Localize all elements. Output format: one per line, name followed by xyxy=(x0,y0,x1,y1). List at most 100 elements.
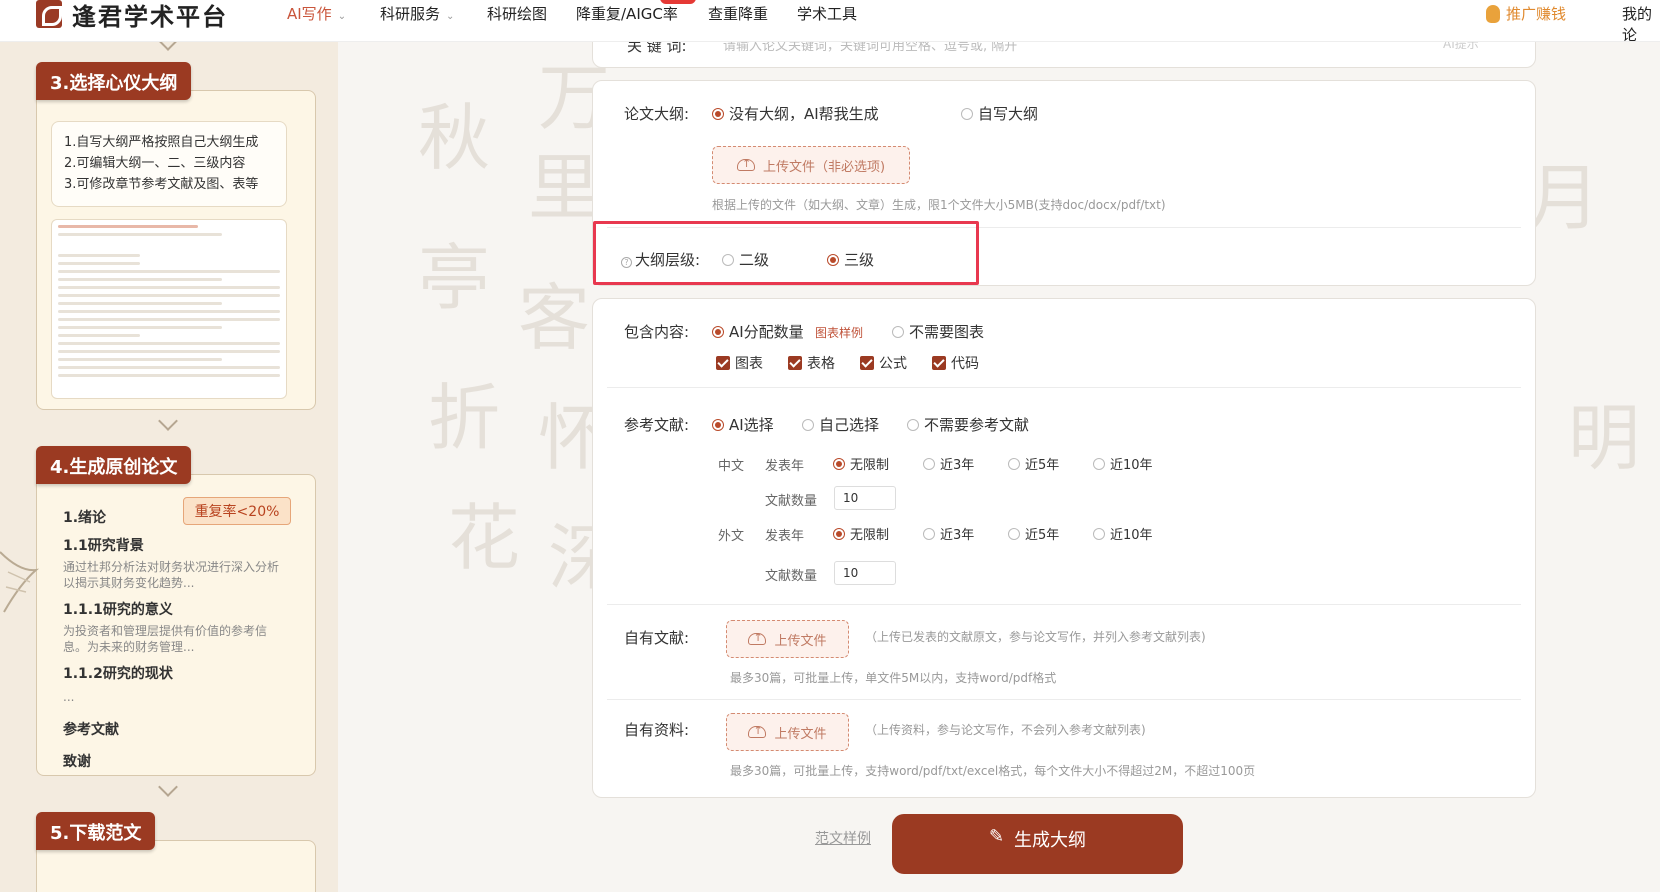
outline-heading: 1.1.1研究的意义 xyxy=(63,602,173,618)
content-no-charts-radio[interactable]: 不需要图表 xyxy=(892,321,984,342)
chart-sample-link[interactable]: 图表样例 xyxy=(815,324,863,341)
check-formula[interactable]: 公式 xyxy=(860,353,907,373)
own-refs-hint: 最多30篇，可批量上传，单文件5M以内，支持word/pdf格式 xyxy=(730,671,1057,685)
generate-outline-button[interactable]: ✎ 生成大纲 xyxy=(892,814,1183,874)
radio-selected xyxy=(712,107,724,120)
tip-line: 1.自写大纲严格按照自己大纲生成 xyxy=(64,135,259,150)
checkbox-checked xyxy=(932,356,946,370)
chevron-down-icon: ⌄ xyxy=(446,11,455,22)
outline-heading: 1.绪论 xyxy=(63,510,107,526)
feather-icon: ✎ xyxy=(988,826,1005,847)
radio-selected xyxy=(833,457,845,470)
nav-ai-writing[interactable]: AI写作 ⌄ xyxy=(287,3,346,24)
radio-selected xyxy=(833,527,845,540)
nav-check-reduce[interactable]: 查重降重 xyxy=(708,3,768,24)
en-count-label: 文献数量 xyxy=(765,569,818,584)
money-bag-icon xyxy=(1486,4,1500,23)
en-year-label: 发表年 xyxy=(765,529,805,544)
options-card: 包含内容: AI分配数量 图表样例 不需要图表 图表 表格 公式 代码 参考文献… xyxy=(592,298,1536,798)
check-table[interactable]: 表格 xyxy=(788,353,835,373)
refs-self-select-radio[interactable]: 自己选择 xyxy=(802,414,879,435)
step3-tips: 1.自写大纲严格按照自己大纲生成 2.可编辑大纲一、二、三级内容 3.可修改章节… xyxy=(51,121,287,207)
promo-link[interactable]: 推广赚钱 xyxy=(1486,3,1566,24)
brand-name: 逢君学术平台 xyxy=(72,1,228,31)
check-code[interactable]: 代码 xyxy=(932,353,979,373)
own-refs-note: （上传已发表的文献原文，参与论文写作，并列入参考文献列表) xyxy=(865,630,1206,644)
radio-unselected xyxy=(892,325,904,338)
cn-count-label: 文献数量 xyxy=(765,494,818,509)
en-year-5-radio[interactable]: 近5年 xyxy=(1008,524,1059,543)
radio-unselected xyxy=(907,418,919,431)
cn-count-input[interactable]: 10 xyxy=(834,486,896,510)
cloud-upload-icon xyxy=(748,631,767,645)
step3-card: 1.自写大纲严格按照自己大纲生成 2.可编辑大纲一、二、三级内容 3.可修改章节… xyxy=(36,90,316,410)
radio-unselected xyxy=(1093,527,1105,540)
own-data-upload-button[interactable]: 上传文件 xyxy=(726,713,849,751)
brand-logo[interactable]: 逢君学术平台 xyxy=(36,0,228,31)
checkbox-checked xyxy=(788,356,802,370)
outline-text: 为投资者和管理层提供有价值的参考信息。为未来的财务管理... xyxy=(63,624,268,654)
account-menu[interactable]: 我的论 xyxy=(1622,3,1660,45)
step5-title: 5.下载范文 xyxy=(36,812,156,850)
content-ai-allocate-radio[interactable]: AI分配数量 xyxy=(712,321,804,342)
en-year-3-radio[interactable]: 近3年 xyxy=(923,524,974,543)
own-refs-label: 自有文献: xyxy=(624,629,690,647)
outline-preview-image xyxy=(51,219,287,399)
en-refs-label: 外文 xyxy=(718,529,745,544)
radio-unselected xyxy=(1008,527,1020,540)
own-refs-upload-button[interactable]: 上传文件 xyxy=(726,620,849,658)
own-data-note: （上传资料，参与论文写作，不会列入参考文献列表) xyxy=(865,723,1146,737)
radio-selected xyxy=(712,418,724,431)
outline-heading: 参考文献 xyxy=(63,722,119,738)
step4-card: 重复率<20% 1.绪论 1.1研究背景 通过杜邦分析法对财务状况进行深入分析以… xyxy=(36,474,316,776)
radio-unselected xyxy=(1008,457,1020,470)
step3-title: 3.选择心仪大纲 xyxy=(36,62,192,100)
nav-reduce-duplication[interactable]: 降重复/AIGC率 xyxy=(576,3,678,24)
outline-heading: 致谢 xyxy=(63,754,91,770)
radio-unselected xyxy=(961,107,973,120)
check-chart[interactable]: 图表 xyxy=(716,353,763,373)
chevron-down-icon xyxy=(158,777,178,797)
chevron-down-icon: ⌄ xyxy=(337,11,347,22)
tip-line: 3.可修改章节参考文献及图、表等 xyxy=(64,177,259,192)
references-label: 参考文献: xyxy=(624,416,690,434)
en-count-input[interactable]: 10 xyxy=(834,561,896,585)
own-data-label: 自有资料: xyxy=(624,721,690,739)
checkbox-checked xyxy=(716,356,730,370)
nav-research-services[interactable]: 科研服务 ⌄ xyxy=(380,3,454,24)
top-nav: 逢君学术平台 AI写作 ⌄ 科研服务 ⌄ 科研绘图 降重复/AIGC率 查重降重 学… xyxy=(0,0,1660,45)
checkbox-checked xyxy=(860,356,874,370)
steps-sidebar: 3.选择心仪大纲 1.自写大纲严格按照自己大纲生成 2.可编辑大纲一、二、三级内… xyxy=(0,42,338,892)
outline-upload-button[interactable]: 上传文件（非必选项) xyxy=(712,146,910,184)
tip-line: 2.可编辑大纲一、二、三级内容 xyxy=(64,156,246,171)
nav-research-drawing[interactable]: 科研绘图 xyxy=(487,3,547,24)
content-label: 包含内容: xyxy=(624,323,690,341)
outline-heading: 1.1研究背景 xyxy=(63,538,144,554)
cn-year-unlimited-radio[interactable]: 无限制 xyxy=(833,454,889,473)
refs-none-radio[interactable]: 不需要参考文献 xyxy=(907,414,1029,435)
cn-year-5-radio[interactable]: 近5年 xyxy=(1008,454,1059,473)
sample-essay-link[interactable]: 范文样例 xyxy=(815,828,871,848)
en-year-10-radio[interactable]: 近10年 xyxy=(1093,524,1153,543)
logo-icon xyxy=(36,0,62,28)
nav-academic-tools[interactable]: 学术工具 xyxy=(797,3,857,24)
radio-selected xyxy=(712,325,724,338)
cloud-upload-icon xyxy=(748,724,767,738)
step4-title: 4.生成原创论文 xyxy=(36,446,192,484)
cloud-upload-icon xyxy=(736,157,755,171)
refs-ai-select-radio[interactable]: AI选择 xyxy=(712,414,774,435)
radio-unselected xyxy=(923,457,935,470)
outline-self-write-radio[interactable]: 自写大纲 xyxy=(961,103,1038,124)
outline-heading: 1.1.2研究的现状 xyxy=(63,666,173,682)
outline-ai-generate-radio[interactable]: 没有大纲，AI帮我生成 xyxy=(712,103,879,124)
own-data-hint: 最多30篇，可批量上传，支持word/pdf/txt/excel格式，每个文件大… xyxy=(730,764,1256,778)
outline-text: 通过杜邦分析法对财务状况进行深入分析以揭示其财务变化趋势... xyxy=(63,560,280,590)
radio-unselected xyxy=(923,527,935,540)
chevron-down-icon xyxy=(158,411,178,431)
chevron-down-icon xyxy=(158,42,178,51)
radio-unselected xyxy=(802,418,814,431)
cn-year-3-radio[interactable]: 近3年 xyxy=(923,454,974,473)
en-year-unlimited-radio[interactable]: 无限制 xyxy=(833,524,889,543)
cn-year-10-radio[interactable]: 近10年 xyxy=(1093,454,1153,473)
cn-refs-label: 中文 xyxy=(718,459,745,474)
